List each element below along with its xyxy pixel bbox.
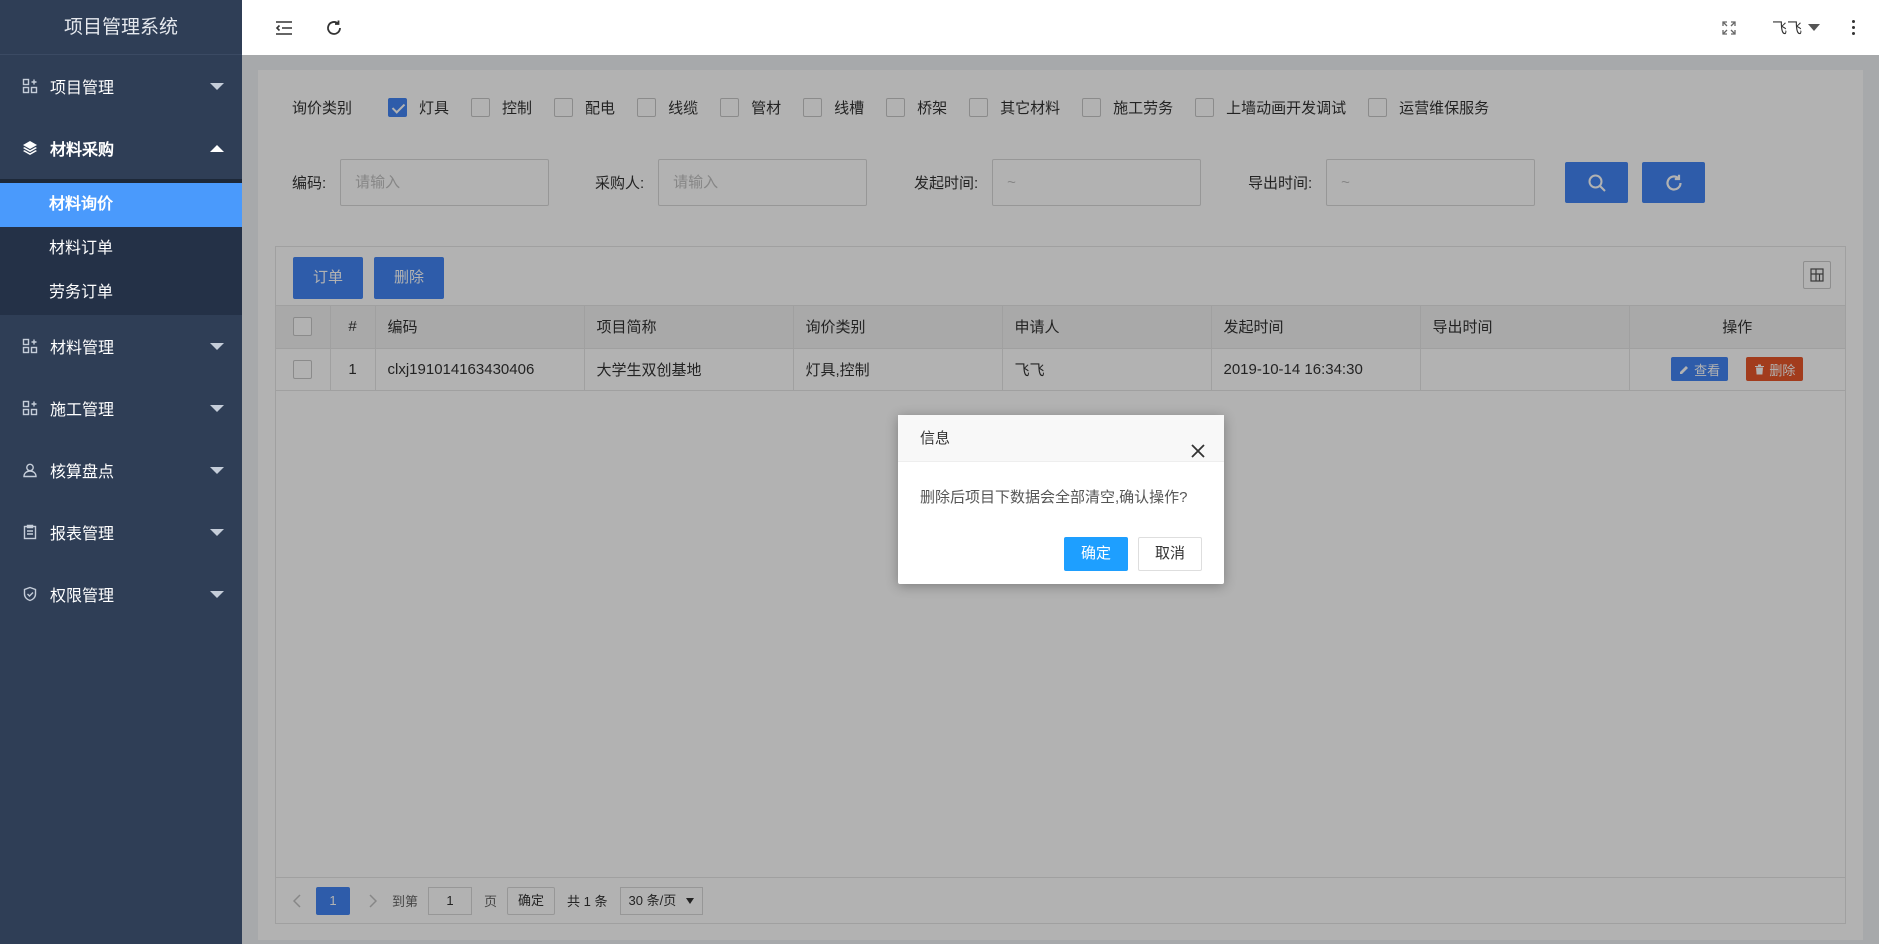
dialog-footer: 确定 取消 — [1063, 537, 1202, 571]
user-icon — [20, 460, 40, 480]
sidebar-item-material-order[interactable]: 材料订单 — [0, 227, 242, 271]
sidebar: 项目管理系统 项目管理 材料采购 材料询价 材料订单 劳务订单 材料管理 施工管… — [0, 0, 242, 944]
fullscreen-icon[interactable] — [1714, 13, 1744, 43]
grid-plus-icon — [20, 398, 40, 418]
layers-icon — [20, 138, 40, 158]
sidebar-item-label: 权限管理 — [50, 588, 115, 605]
sidebar-item-material-management[interactable]: 材料管理 — [0, 315, 242, 377]
confirm-button[interactable]: 确定 — [1063, 537, 1128, 571]
sidebar-item-material-inquiry[interactable]: 材料询价 — [0, 183, 242, 227]
chevron-down-icon — [210, 467, 224, 474]
dialog-message: 删除后项目下数据会全部清空,确认操作? — [920, 489, 1188, 506]
user-menu[interactable]: 飞飞 — [1772, 17, 1820, 38]
cancel-button[interactable]: 取消 — [1137, 537, 1202, 571]
sidebar-item-material-purchase[interactable]: 材料采购 — [0, 117, 242, 179]
chevron-down-icon — [210, 343, 224, 350]
sidebar-item-label: 材料管理 — [50, 340, 115, 357]
app-title: 项目管理系统 — [0, 0, 242, 55]
collapse-menu-icon[interactable] — [269, 13, 299, 43]
refresh-icon[interactable] — [319, 13, 349, 43]
dialog-title-bar: 信息 — [898, 415, 1224, 462]
sidebar-item-permissions[interactable]: 权限管理 — [0, 563, 242, 625]
close-icon[interactable] — [1190, 431, 1206, 458]
grid-plus-icon — [20, 76, 40, 96]
top-header: 飞飞 — [242, 0, 1879, 55]
submenu-material-purchase: 材料询价 材料订单 劳务订单 — [0, 179, 242, 315]
chevron-down-icon — [210, 529, 224, 536]
chevron-down-icon — [210, 83, 224, 90]
sidebar-item-construction-management[interactable]: 施工管理 — [0, 377, 242, 439]
clipboard-icon — [20, 522, 40, 542]
sidebar-item-accounting[interactable]: 核算盘点 — [0, 439, 242, 501]
sidebar-item-label: 核算盘点 — [50, 464, 115, 481]
more-vertical-icon[interactable] — [1848, 16, 1859, 39]
sidebar-item-reports[interactable]: 报表管理 — [0, 501, 242, 563]
dialog-title: 信息 — [920, 430, 951, 447]
sidebar-item-labor-order[interactable]: 劳务订单 — [0, 271, 242, 315]
shield-check-icon — [20, 584, 40, 604]
sidebar-item-label: 施工管理 — [50, 402, 115, 419]
sidebar-item-label: 材料采购 — [50, 142, 115, 159]
chevron-down-icon — [210, 591, 224, 598]
confirm-dialog: 信息 删除后项目下数据会全部清空,确认操作? 确定 取消 — [898, 415, 1224, 584]
sidebar-item-project-management[interactable]: 项目管理 — [0, 55, 242, 117]
sidebar-item-label: 项目管理 — [50, 80, 115, 97]
caret-down-icon — [1808, 24, 1820, 31]
chevron-down-icon — [210, 405, 224, 412]
grid-plus-icon — [20, 336, 40, 356]
user-name: 飞飞 — [1771, 20, 1802, 37]
chevron-up-icon — [210, 145, 224, 152]
sidebar-item-label: 报表管理 — [50, 526, 115, 543]
